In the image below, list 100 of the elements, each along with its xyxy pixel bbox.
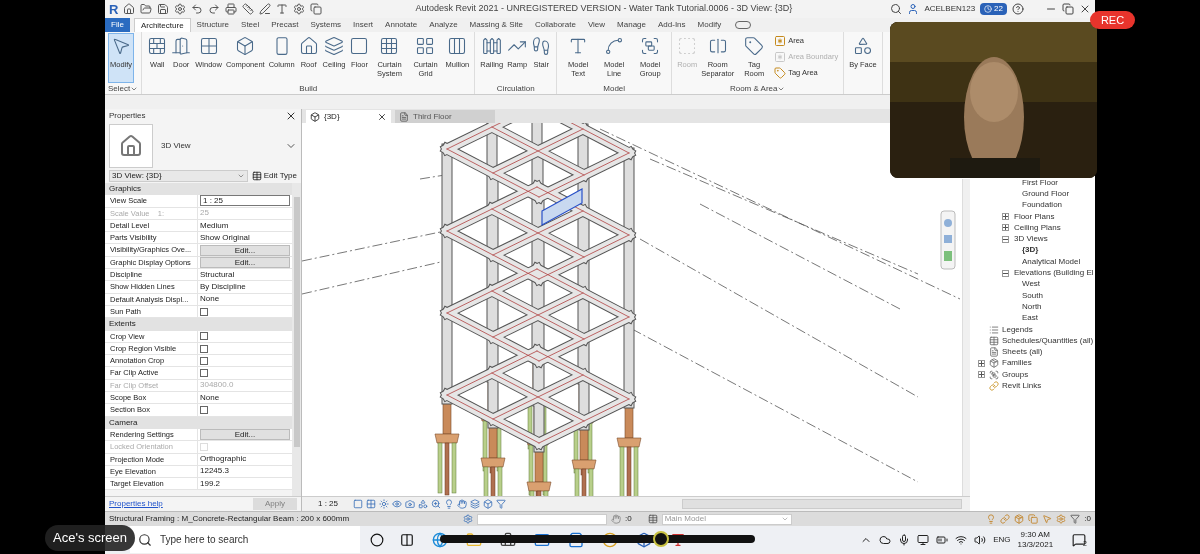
ribbon-tab[interactable]: Annotate xyxy=(379,18,424,32)
ribbon-tab[interactable]: Massing & Site xyxy=(463,18,529,32)
tree-item[interactable]: East xyxy=(1022,314,1038,323)
tree-item[interactable]: Ceiling Plans xyxy=(1014,223,1061,232)
ribbon-tab[interactable]: File xyxy=(105,18,130,32)
tree-item[interactable]: Revit Links xyxy=(1002,382,1042,390)
panel-title[interactable]: Select xyxy=(108,82,139,95)
save-icon[interactable] xyxy=(157,3,170,15)
edit-button[interactable]: Edit... xyxy=(200,256,290,268)
shapes-icon[interactable] xyxy=(418,499,428,509)
clock-date[interactable]: 13/3/2021 xyxy=(1017,539,1054,550)
clock-time[interactable]: 9:30 AM xyxy=(1020,529,1050,540)
tree-item[interactable]: Analytical Model xyxy=(1022,257,1081,266)
expand-toggle[interactable] xyxy=(978,371,985,379)
tree-item[interactable]: Families xyxy=(1002,359,1032,368)
tree-item[interactable]: North xyxy=(1022,302,1042,311)
camera-icon[interactable] xyxy=(405,499,415,509)
expand-toggle[interactable] xyxy=(1002,269,1009,277)
task-view-icon[interactable] xyxy=(400,532,414,547)
restore-icon[interactable] xyxy=(1062,3,1074,15)
user-icon[interactable] xyxy=(907,3,920,15)
user-name[interactable]: ACELBEN123 xyxy=(924,3,976,15)
checkbox[interactable] xyxy=(200,406,208,414)
pen-icon[interactable] xyxy=(259,3,272,15)
checkbox[interactable] xyxy=(200,369,208,378)
redo-icon[interactable] xyxy=(208,3,221,15)
filter-icon[interactable] xyxy=(496,499,506,509)
tree-item[interactable]: First Floor xyxy=(1022,178,1058,187)
tree-item[interactable]: Legends xyxy=(1002,325,1033,334)
ribbon-tab[interactable]: Steel xyxy=(235,18,266,32)
tree-item[interactable]: West xyxy=(1022,280,1041,289)
filter-icon[interactable] xyxy=(1070,514,1081,524)
checkbox[interactable] xyxy=(200,356,208,365)
tree-item[interactable]: 3D Views xyxy=(1014,235,1048,244)
edit-button[interactable]: Edit... xyxy=(200,429,290,441)
ribbon-tab[interactable]: Modify xyxy=(691,18,728,32)
expand-toggle[interactable] xyxy=(1002,213,1009,221)
edit-type-button[interactable]: Edit Type xyxy=(251,170,297,182)
ribbon-tab[interactable]: View xyxy=(581,18,612,32)
grid-icon[interactable] xyxy=(366,499,376,509)
expand-toggle[interactable] xyxy=(1002,235,1009,243)
view-scale[interactable]: 1 : 25 xyxy=(318,498,338,510)
tree-item[interactable]: Foundation xyxy=(1022,201,1063,210)
help-link[interactable]: Properties help xyxy=(109,498,163,510)
monitor-icon[interactable] xyxy=(917,533,930,546)
volume-icon[interactable] xyxy=(974,533,987,546)
ribbon-tab[interactable]: Analyze xyxy=(423,18,464,32)
instance-selector[interactable]: 3D View: {3D} xyxy=(109,170,248,182)
tree-item[interactable]: {3D} xyxy=(1022,246,1039,255)
ribbon-tab[interactable]: Systems xyxy=(304,18,348,32)
scrollbar[interactable] xyxy=(682,499,962,509)
close-icon[interactable] xyxy=(1079,3,1091,15)
search-icon[interactable] xyxy=(890,3,903,15)
copy-icon[interactable] xyxy=(310,3,323,15)
search-field[interactable]: Type here to search xyxy=(130,526,360,553)
tree-item[interactable]: Groups xyxy=(1002,370,1029,379)
help-icon[interactable] xyxy=(1012,3,1024,15)
sun-icon[interactable] xyxy=(379,499,389,509)
ruler-icon[interactable] xyxy=(242,3,255,15)
playback-thumb[interactable] xyxy=(652,531,669,547)
ribbon-tab[interactable]: Architecture xyxy=(133,18,191,32)
document-tab[interactable]: Third Floor xyxy=(395,110,495,123)
table-icon[interactable] xyxy=(647,514,658,524)
tree-item[interactable]: Elevations (Building El xyxy=(1014,269,1094,277)
gear-icon[interactable] xyxy=(293,3,306,15)
close-icon[interactable] xyxy=(285,110,297,122)
ribbon-tab[interactable]: Manage xyxy=(611,18,652,32)
ribbon-tab[interactable]: Collaborate xyxy=(528,18,582,32)
bulb-icon[interactable] xyxy=(444,499,454,509)
expand-toggle[interactable] xyxy=(1002,224,1009,232)
print-icon[interactable] xyxy=(225,3,238,15)
expand-toggle[interactable] xyxy=(978,359,985,367)
wifi-icon[interactable] xyxy=(955,533,968,546)
battery-icon[interactable] xyxy=(936,533,949,546)
checkbox[interactable] xyxy=(200,307,208,316)
property-field[interactable]: 1 : 25 xyxy=(200,195,290,207)
scrollbar[interactable] xyxy=(292,183,301,496)
ribbon-tab[interactable]: Precast xyxy=(265,18,305,32)
tree-item[interactable]: Floor Plans xyxy=(1014,212,1055,221)
checkbox[interactable] xyxy=(200,344,208,353)
panel-title[interactable]: Room & Area xyxy=(729,82,786,95)
tree-item[interactable]: South xyxy=(1022,291,1043,300)
tree-item[interactable]: Sheets (all) xyxy=(1002,348,1043,357)
edit-button[interactable]: Edit... xyxy=(200,244,290,256)
gear-icon[interactable] xyxy=(174,3,187,15)
checkbox[interactable] xyxy=(200,332,208,341)
tree-item[interactable]: Schedules/Quantities (all) xyxy=(1002,336,1094,345)
ribbon-tab[interactable]: Add-Ins xyxy=(652,18,692,32)
scrollbar[interactable] xyxy=(962,179,970,496)
ribbon-tab[interactable]: Structure xyxy=(190,18,236,32)
group-header[interactable]: Extents xyxy=(105,318,292,331)
document-tab[interactable]: {3D} xyxy=(306,110,391,123)
notification-badge[interactable]: 22 xyxy=(980,3,1007,15)
hand-icon[interactable] xyxy=(457,499,467,509)
cloud-icon[interactable] xyxy=(879,533,892,546)
tree-item[interactable]: Ground Floor xyxy=(1022,189,1070,198)
group-header[interactable]: Graphics xyxy=(105,183,292,196)
microphone-icon[interactable] xyxy=(898,533,911,546)
eye-icon[interactable] xyxy=(392,499,402,509)
layers-icon[interactable] xyxy=(470,499,480,509)
